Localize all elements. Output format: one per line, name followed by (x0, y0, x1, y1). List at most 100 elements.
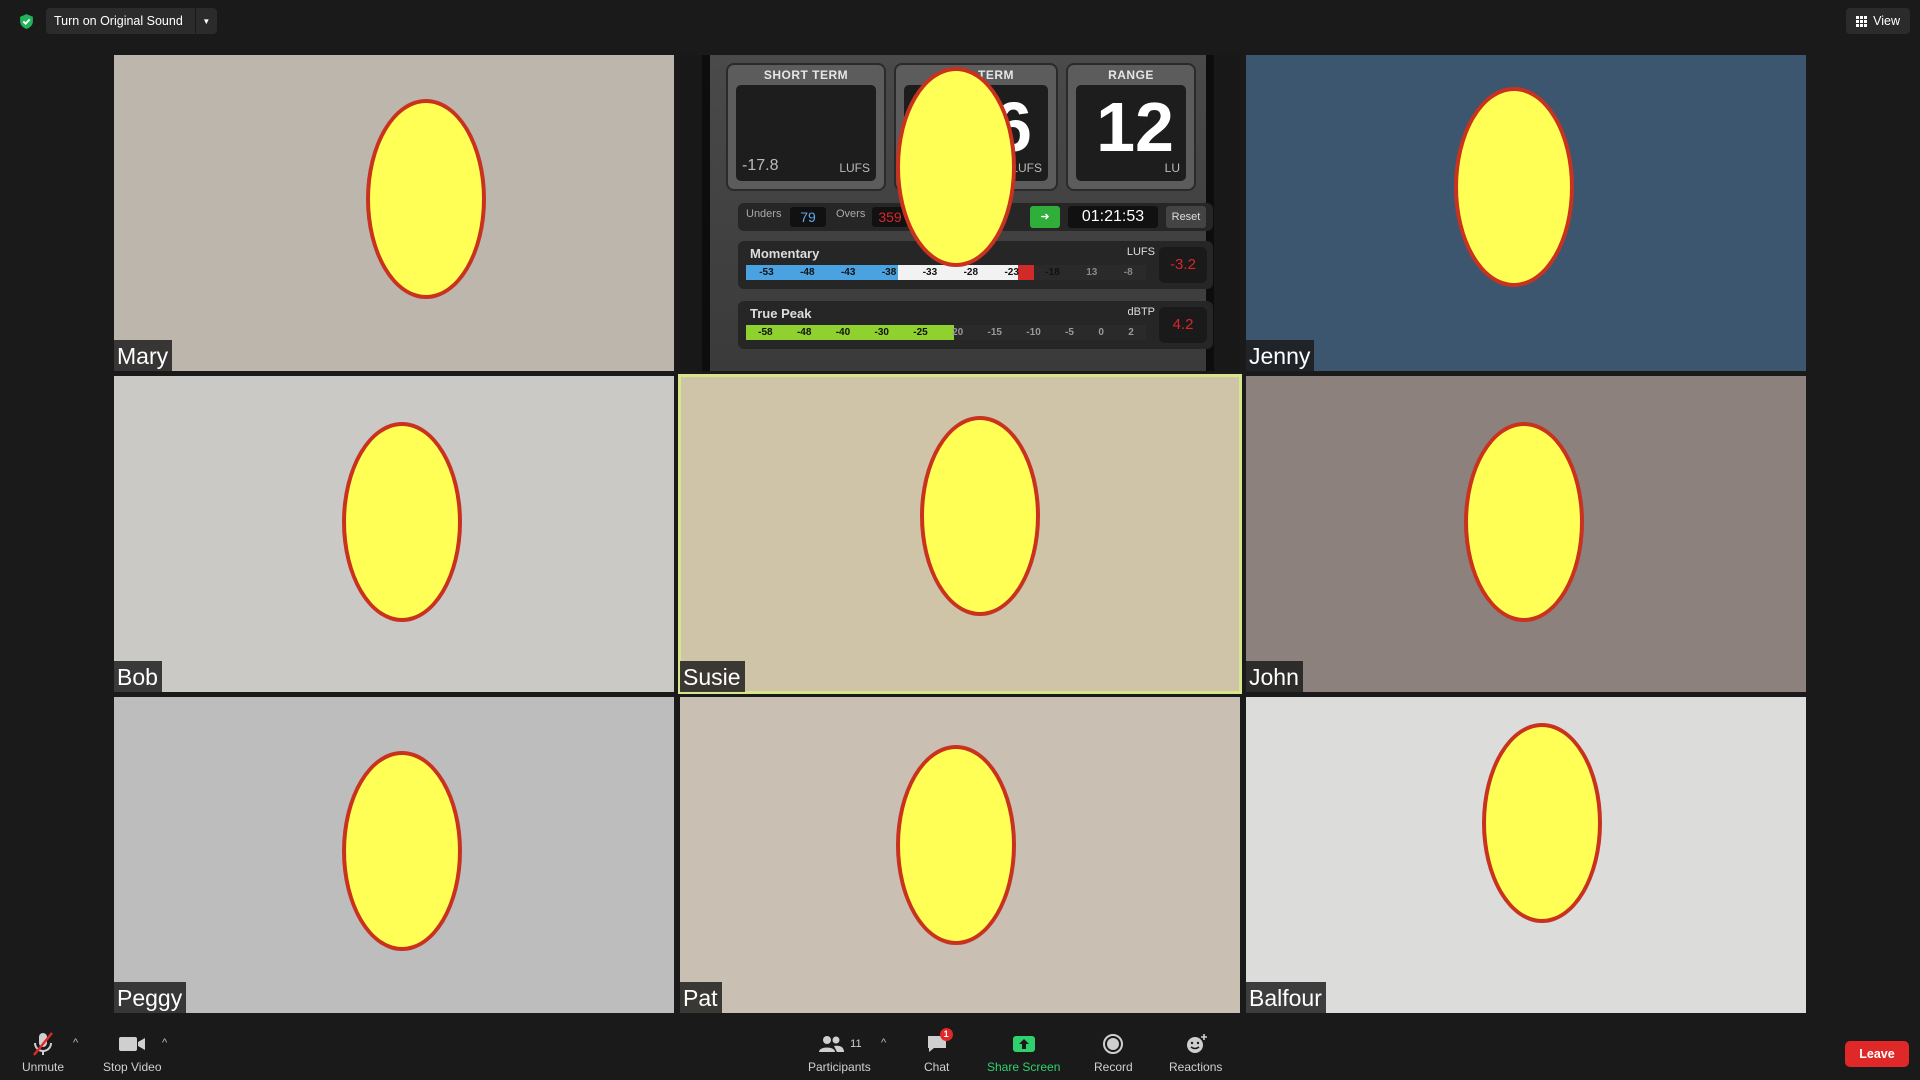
short-term-caption: SHORT TERM (763, 68, 849, 82)
face-mask (1482, 723, 1602, 923)
video-tile-pat[interactable]: Pat (680, 697, 1240, 1013)
unders-label: Unders (746, 208, 782, 220)
stop-video-button[interactable]: Stop Video (103, 1031, 162, 1074)
record-button[interactable]: Record (1094, 1031, 1133, 1074)
chat-unread-badge: 1 (939, 1028, 953, 1041)
true-peak-tick: -58 (758, 327, 773, 338)
participant-name: Bob (114, 661, 162, 692)
video-camera-icon (118, 1031, 146, 1057)
participants-label: Participants (808, 1060, 871, 1074)
short-term-unit: LUFS (839, 161, 870, 175)
true-peak-track: -58 -48 -40 -30 -25 20 -15 -10 -5 0 2 (746, 325, 1146, 340)
momentary-tick: -48 (800, 267, 815, 278)
chevron-down-icon[interactable]: ▼ (194, 8, 217, 34)
chevron-up-icon[interactable]: ^ (162, 1037, 167, 1049)
short-term-value: -17.8 (742, 157, 779, 174)
grid-view-icon (1856, 15, 1868, 27)
true-peak-tick: 0 (1098, 327, 1104, 338)
smiley-plus-icon (1184, 1031, 1208, 1057)
true-peak-tick: -15 (987, 327, 1002, 338)
face-mask (342, 751, 462, 951)
view-button[interactable]: View (1846, 8, 1910, 34)
momentary-title: Momentary (750, 246, 820, 261)
unmute-label: Unmute (22, 1060, 65, 1074)
momentary-tick: -38 (881, 267, 897, 278)
chat-label: Chat (924, 1060, 950, 1074)
true-peak-tick: 2 (1128, 327, 1134, 338)
unders-value: 79 (790, 207, 826, 227)
range-unit: LU (1164, 161, 1180, 175)
range-value: 12 (1096, 88, 1174, 166)
record-icon (1102, 1031, 1124, 1057)
true-peak-tick: 20 (952, 327, 964, 338)
true-peak-tick: -40 (835, 327, 851, 338)
participant-name: Balfour (1246, 982, 1326, 1013)
video-tile-jenny[interactable]: Jenny (1246, 55, 1806, 371)
momentary-tick: -53 (759, 267, 774, 278)
share-screen-label: Share Screen (987, 1060, 1061, 1074)
shield-check-icon[interactable] (18, 13, 35, 30)
participants-icon: 11 (817, 1031, 862, 1057)
momentary-tick: -23 (1004, 267, 1019, 278)
video-tile-mary[interactable]: Mary (114, 55, 674, 371)
true-peak-tick: -48 (796, 327, 812, 338)
participants-count: 11 (850, 1038, 862, 1050)
video-tile-bob[interactable]: Bob (114, 376, 674, 692)
participants-button[interactable]: 11 Participants (808, 1031, 871, 1074)
video-tile-john[interactable]: John (1246, 376, 1806, 692)
face-mask (366, 99, 486, 299)
overs-label: Overs (836, 208, 866, 220)
momentary-tick: -28 (963, 267, 979, 278)
participant-name: Mary (114, 340, 173, 371)
short-term-screen: -17.8 LUFS (736, 85, 876, 181)
face-mask (896, 67, 1016, 267)
video-tile-susie[interactable]: Susie (678, 374, 1242, 694)
share-screen-icon (1012, 1031, 1036, 1057)
true-peak-unit: dBTP (1127, 306, 1155, 318)
participant-name: John (1246, 661, 1303, 692)
original-sound-button[interactable]: Turn on Original Sound ▼ (46, 8, 217, 34)
face-mask (1464, 422, 1584, 622)
screen-share-tile[interactable]: SHORT TERM -17.8 LUFS TERM 6 LUFS RANGE … (680, 55, 1240, 371)
participant-name: Susie (680, 661, 745, 692)
momentary-tick: -33 (922, 267, 938, 278)
stop-video-label: Stop Video (103, 1060, 162, 1074)
muted-microphone-icon (31, 1031, 55, 1057)
face-mask (1454, 87, 1574, 287)
meeting-toolbar: Unmute ^ Stop Video ^ 11 Participants ^ (0, 1025, 1920, 1080)
participant-name: Pat (680, 982, 722, 1013)
true-peak-readout: 4.2 (1159, 307, 1207, 343)
video-tile-balfour[interactable]: Balfour (1246, 697, 1806, 1013)
short-term-box: SHORT TERM -17.8 LUFS (726, 63, 886, 191)
participant-name: Peggy (114, 982, 187, 1013)
leave-button[interactable]: Leave (1845, 1041, 1909, 1067)
chevron-up-icon[interactable]: ^ (881, 1037, 886, 1049)
true-peak-tick: -10 (1026, 327, 1041, 338)
unmute-button[interactable]: Unmute (22, 1031, 64, 1074)
chevron-up-icon[interactable]: ^ (73, 1037, 78, 1049)
record-label: Record (1094, 1060, 1133, 1074)
true-peak-bar: True Peak dBTP -58 -48 -40 -30 -25 20 -1… (738, 301, 1213, 349)
share-screen-button[interactable]: Share Screen (987, 1031, 1060, 1074)
momentary-unit: LUFS (1126, 246, 1155, 258)
face-mask (342, 422, 462, 622)
participant-name: Jenny (1246, 340, 1315, 371)
reactions-button[interactable]: Reactions (1169, 1031, 1222, 1074)
range-box: RANGE 12 LU (1066, 63, 1196, 191)
original-sound-label: Turn on Original Sound (54, 14, 183, 28)
momentary-tick: -43 (840, 267, 856, 278)
video-tile-peggy[interactable]: Peggy (114, 697, 674, 1013)
elapsed-time: 01:21:53 (1068, 206, 1158, 228)
momentary-track: -53 -48 -43 -38 -33 -28 -23 -18 13 -8 (746, 265, 1146, 280)
chat-button[interactable]: 1 Chat (924, 1028, 953, 1074)
face-mask (896, 745, 1016, 945)
true-peak-tick: -30 (874, 327, 889, 338)
chat-bubble-icon: 1 (926, 1028, 953, 1057)
range-caption: RANGE (1108, 68, 1154, 82)
play-icon: ➜ (1030, 206, 1060, 228)
reset-button: Reset (1166, 206, 1206, 228)
reactions-label: Reactions (1169, 1060, 1223, 1074)
momentary-tick: 13 (1086, 267, 1098, 278)
momentary-tick: -18 (1045, 267, 1060, 278)
momentary-readout: -3.2 (1159, 247, 1207, 283)
